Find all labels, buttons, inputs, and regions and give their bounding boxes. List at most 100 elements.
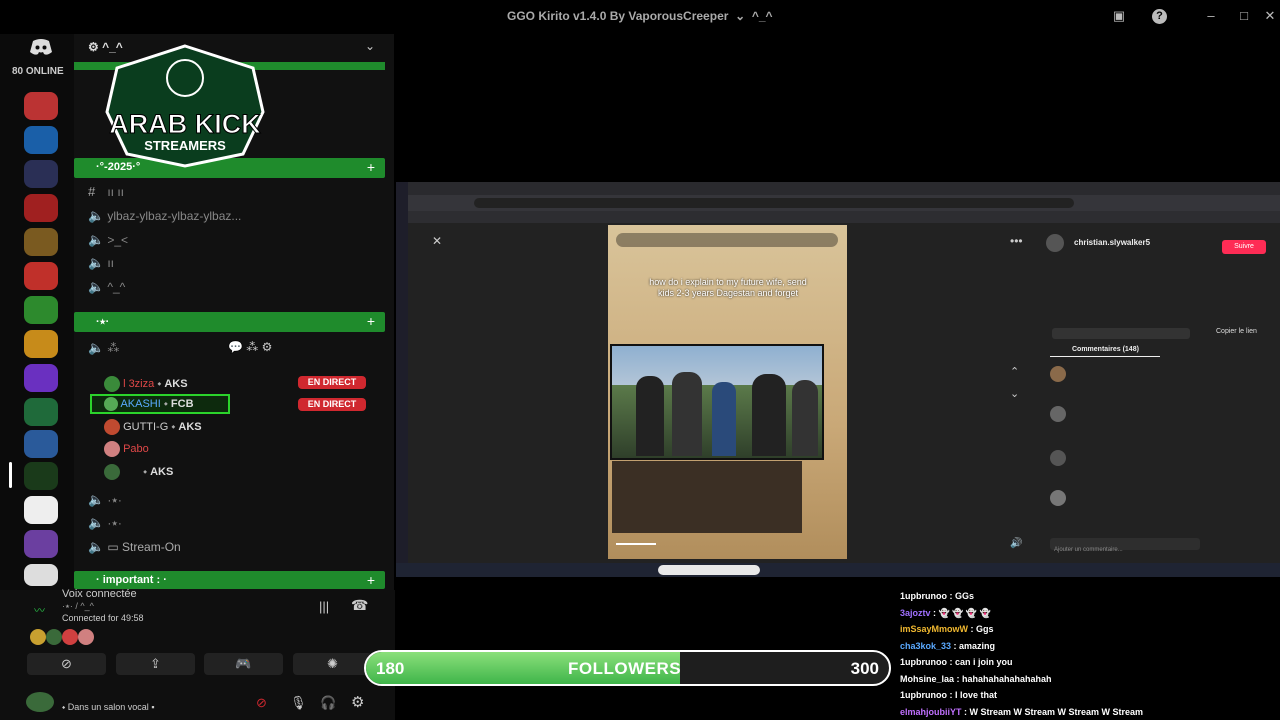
maximize-icon[interactable]: □: [1236, 9, 1252, 23]
avatar[interactable]: [1046, 234, 1064, 252]
stream-off-icon[interactable]: ⊘: [256, 695, 267, 711]
soundboard-button[interactable]: ✺: [293, 653, 372, 675]
logo-subtext: STREAMERS: [144, 138, 226, 153]
channel-actions[interactable]: 💬 ⁂ ⚙: [228, 340, 272, 354]
chat-message: 3ajoztv : 👻 👻 👻 👻: [900, 607, 991, 618]
server-icon[interactable]: [24, 430, 58, 458]
voice-user[interactable]: AKASHI ⬩ FCB: [90, 394, 230, 414]
taskbar-search[interactable]: [658, 565, 760, 575]
selected-server-indicator: [9, 462, 12, 488]
voice-channel[interactable]: 🔈 ıı: [88, 255, 114, 275]
camera-off-button[interactable]: ⊘: [27, 653, 106, 675]
chat-username[interactable]: 1upbrunoo: [900, 591, 947, 601]
chevron-down-icon[interactable]: ⌄: [1010, 387, 1019, 400]
close-icon[interactable]: ✕: [1262, 9, 1278, 23]
voice-channel[interactable]: 🔈 ·٭·: [88, 515, 122, 535]
profile-name[interactable]: christian.slywalker5: [1074, 238, 1150, 247]
speaker-icon: 🔈: [88, 255, 105, 270]
settings-gear-icon[interactable]: ⚙: [351, 693, 364, 711]
server-icon[interactable]: [24, 126, 58, 154]
tv-stand: [612, 461, 802, 533]
server-icon[interactable]: [24, 398, 58, 426]
window-titlebar: GGO Kirito v1.4.0 By VaporousCreeper ⌄ ^…: [0, 0, 1280, 34]
chat-username[interactable]: 3ajoztv: [900, 608, 931, 618]
window-title: GGO Kirito v1.4.0 By VaporousCreeper ⌄ ^…: [507, 9, 773, 23]
chat-username[interactable]: Mohsine_laa: [900, 674, 954, 684]
chevron-down-icon[interactable]: ⌄: [365, 39, 375, 53]
screenshot-icon[interactable]: ▣: [1111, 9, 1127, 23]
server-icon[interactable]: [24, 262, 58, 290]
screen-share-button[interactable]: ⇪: [116, 653, 195, 675]
voice-channel[interactable]: 🔈 ^_^: [88, 279, 125, 299]
chat-username[interactable]: 1upbrunoo: [900, 690, 947, 700]
voice-user[interactable]: l 3ziza ⬩ AKS: [104, 376, 304, 392]
noise-suppression-icon[interactable]: |||: [319, 599, 329, 614]
server-icon[interactable]: [24, 530, 58, 558]
video-progress[interactable]: [616, 543, 656, 545]
comments-tab[interactable]: Commentaires (148): [1072, 346, 1139, 353]
voice-channel[interactable]: 🔈 >_<: [88, 232, 128, 252]
microphone-icon[interactable]: 🎙: [290, 695, 307, 711]
stream-preview[interactable]: ✕ how do i explain to my future wife, se…: [396, 182, 1280, 577]
server-icon[interactable]: [24, 330, 58, 358]
add-channel-icon: +: [366, 313, 375, 329]
activity-button[interactable]: 🎮: [204, 653, 283, 675]
minimize-icon[interactable]: –: [1203, 9, 1219, 23]
server-icon[interactable]: [24, 194, 58, 222]
search-input[interactable]: [616, 233, 838, 247]
voice-avatars: [30, 628, 94, 646]
voice-user[interactable]: ⬩ AKS: [104, 464, 304, 480]
server-icon[interactable]: [24, 462, 58, 490]
voice-user[interactable]: Pabo: [104, 441, 304, 457]
chevron-up-icon[interactable]: ⌃: [1010, 365, 1019, 378]
avatar[interactable]: [26, 692, 54, 712]
speaker-icon: 🔈: [88, 232, 105, 247]
server-icon[interactable]: [24, 92, 58, 120]
chat-username[interactable]: 1upbrunoo: [900, 657, 947, 667]
hashtag-icon: #: [88, 184, 96, 199]
copy-link-button[interactable]: Copier le lien: [1216, 328, 1257, 335]
video-player[interactable]: how do i explain to my future wife, send…: [608, 225, 847, 559]
screen-icon: ▭: [107, 540, 119, 554]
add-channel-icon: +: [366, 159, 375, 175]
follow-button[interactable]: Suivre: [1222, 240, 1266, 254]
category-header[interactable]: ·٭· +: [74, 312, 385, 332]
chat-text: can i join you: [955, 657, 1013, 667]
chat-username[interactable]: imSsayMmowW: [900, 624, 968, 634]
discord-home-icon[interactable]: [29, 38, 53, 56]
more-icon[interactable]: •••: [1010, 234, 1023, 248]
chat-username[interactable]: cha3kok_33: [900, 641, 951, 651]
voice-channel[interactable]: 🔈 ▭ Stream-On: [88, 539, 181, 559]
avatar: [1050, 406, 1066, 422]
voice-user-name: Pabo: [123, 442, 149, 455]
voice-user[interactable]: GUTTI-G ⬩ AKS: [104, 419, 304, 435]
signal-icon[interactable]: 〰: [34, 602, 45, 618]
voice-channel-name[interactable]: ·٭· / ^_^: [62, 601, 94, 612]
headphones-icon[interactable]: 🎧: [320, 695, 336, 711]
server-icon[interactable]: [24, 228, 58, 256]
chat-username[interactable]: elmahjoubiiYT: [900, 707, 962, 717]
comment-input[interactable]: Ajouter un commentaire...: [1050, 538, 1200, 553]
server-icon[interactable]: [24, 564, 58, 586]
voice-channel-active[interactable]: 🔈 ⁂: [88, 340, 119, 360]
voice-status: Voix connectée: [62, 588, 137, 600]
text-channel[interactable]: # ıı ıı: [88, 184, 124, 204]
disconnect-icon[interactable]: ☎: [351, 597, 368, 614]
live-badge: EN DIRECT: [298, 398, 366, 411]
close-icon[interactable]: ✕: [432, 234, 442, 248]
server-icon[interactable]: [24, 496, 58, 524]
browser-tabbar: [396, 182, 1280, 195]
voice-channel[interactable]: 🔈 ·٭·: [88, 492, 122, 512]
server-icon[interactable]: [24, 296, 58, 324]
help-icon[interactable]: ?: [1152, 9, 1167, 24]
speaker-icon: 🔈: [88, 340, 105, 355]
category-header[interactable]: · important : · +: [74, 571, 385, 589]
chat-text: I love that: [955, 690, 998, 700]
avatar: [1050, 366, 1066, 382]
server-icon[interactable]: [24, 364, 58, 392]
chat-text: amazing: [959, 640, 996, 651]
voice-channel[interactable]: 🔈 ylbaz-ylbaz-ylbaz-ylbaz...: [88, 208, 241, 228]
server-icon[interactable]: [24, 160, 58, 188]
volume-icon[interactable]: 🔊: [1010, 538, 1022, 549]
chat-message: elmahjoubiiYT : W Stream W Stream W Stre…: [900, 706, 1144, 717]
